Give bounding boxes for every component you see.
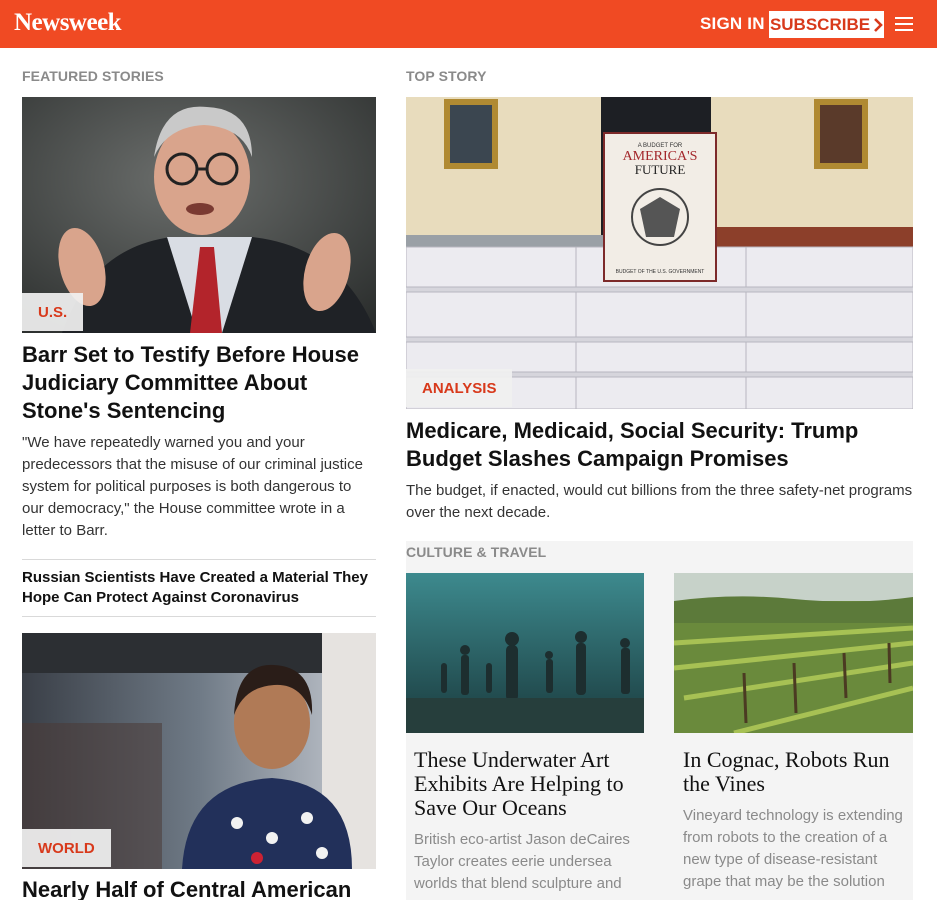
budget-photo[interactable]: A BUDGET FOR AMERICA'S FUTURE BUDGET OF …	[406, 97, 913, 409]
book-footer: BUDGET OF THE U.S. GOVERNMENT	[616, 269, 705, 275]
cognac-robots-summary: Vineyard technology is extending from ro…	[683, 807, 903, 890]
underwater-art-headline[interactable]: These Underwater Art Exhibits Are Helpin…	[414, 748, 636, 820]
barr-headline[interactable]: Barr Set to Testify Before House Judicia…	[22, 341, 376, 425]
culture-travel-label: CULTURE & TRAVEL	[406, 544, 547, 560]
barr-photo[interactable]: U.S.	[22, 97, 376, 333]
us-category-tag[interactable]: U.S.	[22, 293, 84, 331]
divider	[22, 616, 376, 617]
cognac-robots-headline[interactable]: In Cognac, Robots Run the Vines	[683, 748, 905, 796]
subscribe-label: SUBSCRIBE	[769, 14, 871, 34]
chevron-right-icon	[874, 17, 883, 32]
budget-headline[interactable]: Medicare, Medicaid, Social Security: Tru…	[406, 417, 913, 473]
budget-summary: The budget, if enacted, would cut billio…	[406, 482, 913, 521]
migrant-boy-photo[interactable]: WORLD	[22, 633, 376, 869]
featured-stories-label: FEATURED STORIES	[22, 68, 164, 84]
analysis-category-tag[interactable]: ANALYSIS	[406, 369, 513, 407]
underwater-art-photo[interactable]	[406, 573, 644, 733]
top-story-label: TOP STORY	[406, 68, 487, 84]
coronavirus-material-headline[interactable]: Russian Scientists Have Created a Materi…	[22, 568, 376, 608]
book-title-sub: FUTURE	[635, 162, 686, 177]
budget-photo-image: A BUDGET FOR AMERICA'S FUTURE BUDGET OF …	[406, 97, 913, 409]
sign-in-link[interactable]: SIGN IN	[700, 14, 765, 34]
site-header: Newsweek SIGN IN SUBSCRIBE	[0, 0, 937, 48]
cognac-vineyard-photo[interactable]	[674, 573, 913, 733]
subscribe-button[interactable]: SUBSCRIBE	[769, 11, 884, 38]
central-american-headline[interactable]: Nearly Half of Central American	[22, 876, 376, 900]
divider	[22, 559, 376, 560]
world-category-tag[interactable]: WORLD	[22, 829, 111, 867]
cognac-vineyard-photo-image	[674, 573, 913, 733]
hamburger-menu-icon[interactable]	[895, 17, 913, 31]
underwater-art-summary: British eco-artist Jason deCaires Taylor…	[414, 831, 630, 892]
newsweek-logo[interactable]: Newsweek	[14, 9, 122, 37]
underwater-art-photo-image	[406, 573, 644, 733]
barr-summary: "We have repeatedly warned you and your …	[22, 434, 363, 539]
